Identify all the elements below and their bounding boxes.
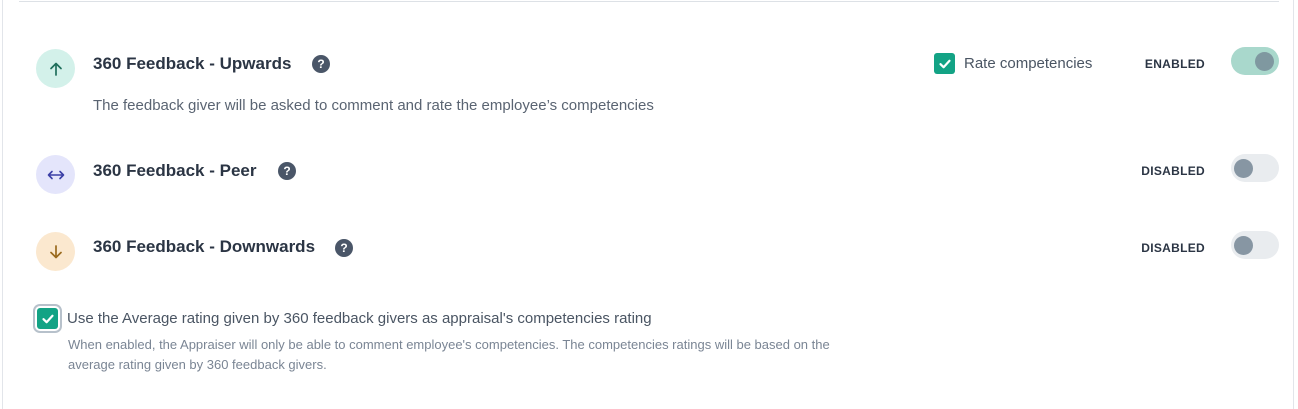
average-rating-help-line-1: When enabled, the Appraiser will only be…	[68, 337, 830, 352]
rate-competencies-checkbox[interactable]	[934, 53, 955, 74]
help-icon[interactable]: ?	[312, 55, 330, 73]
top-divider	[19, 1, 1279, 2]
option-description: The feedback giver will be asked to comm…	[93, 97, 654, 114]
help-icon[interactable]: ?	[278, 162, 296, 180]
status-badge: DISABLED	[1141, 241, 1205, 255]
average-rating-checkbox[interactable]	[37, 308, 58, 329]
average-rating-help-line-2: average rating given by 360 feedback giv…	[68, 357, 327, 372]
rate-competencies-label[interactable]: Rate competencies	[964, 55, 1092, 72]
toggle-knob	[1234, 159, 1253, 178]
upwards-toggle[interactable]	[1231, 47, 1279, 75]
downwards-toggle[interactable]	[1231, 231, 1279, 259]
option-title: 360 Feedback - Upwards	[93, 54, 292, 73]
help-icon[interactable]: ?	[335, 239, 353, 257]
check-icon	[41, 314, 54, 323]
status-badge: DISABLED	[1141, 164, 1205, 178]
option-title: 360 Feedback - Peer	[93, 161, 257, 180]
arrow-up-icon	[36, 49, 75, 88]
check-icon	[938, 59, 951, 68]
arrow-down-icon	[36, 232, 75, 271]
status-badge: ENABLED	[1144, 57, 1205, 71]
toggle-knob	[1255, 52, 1274, 71]
arrow-left-right-icon	[36, 155, 75, 194]
option-title: 360 Feedback - Downwards	[93, 237, 316, 256]
average-rating-label[interactable]: Use the Average rating given by 360 feed…	[67, 310, 652, 327]
toggle-knob	[1234, 236, 1253, 255]
peer-toggle[interactable]	[1231, 154, 1279, 182]
